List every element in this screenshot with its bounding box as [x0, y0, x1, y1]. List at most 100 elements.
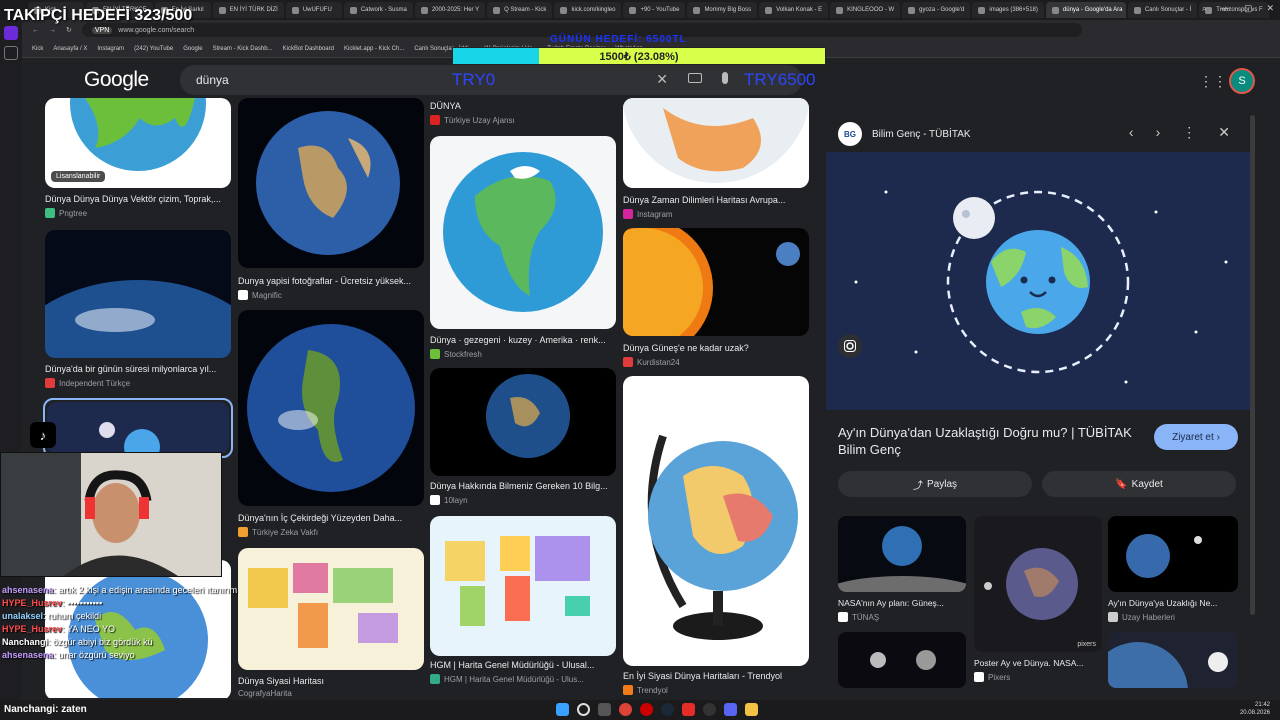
bookmark-item[interactable]: Kicklet.app - Kick Ch... — [344, 46, 404, 52]
related-image[interactable] — [838, 516, 966, 592]
result-card[interactable]: Lisanslanabilir Dünya Dünya Dünya Vektör… — [45, 98, 231, 223]
result-source[interactable]: Magnific — [238, 290, 282, 300]
more-options-icon[interactable]: ⋮ — [1182, 124, 1196, 141]
result-image[interactable] — [623, 98, 809, 188]
browser-tab[interactable]: gyoza - Google'd — [902, 2, 971, 18]
close-icon[interactable]: ✕ — [1218, 124, 1230, 141]
result-title[interactable]: Dünya · gezegeni · kuzey · Amerika · ren… — [430, 335, 616, 345]
result-image[interactable] — [238, 98, 424, 268]
browser-tab[interactable]: Catwork - Susma — [343, 2, 413, 18]
browser-tab[interactable]: dünya - Google'da Ara — [1045, 2, 1126, 18]
search-tabs-icon[interactable]: ⌕ — [1202, 3, 1207, 14]
result-image[interactable] — [430, 516, 616, 656]
result-card[interactable]: Dünya Güneş'e ne kadar uzak? Kurdistan24 — [623, 228, 809, 368]
result-card[interactable]: DÜNYA Türkiye Uzay Ajansı — [430, 98, 616, 128]
related-image-card[interactable]: pixers Poster Ay ve Dünya. NASA... Pixer… — [974, 516, 1102, 686]
bookmark-item[interactable]: Kick — [32, 46, 43, 52]
result-source[interactable]: HGM | Harita Genel Müdürlüğü - Ulus... — [430, 674, 584, 684]
reload-icon[interactable]: ↻ — [66, 26, 72, 34]
related-image[interactable]: pixers — [974, 516, 1102, 652]
bookmark-item[interactable]: Instagram — [97, 46, 124, 52]
browser-tab[interactable]: KINGLEOOO - W — [830, 2, 901, 18]
keyboard-icon[interactable] — [688, 73, 702, 83]
result-source[interactable]: Instagram — [623, 209, 673, 219]
panel-scrollbar[interactable] — [1250, 115, 1255, 615]
related-title[interactable]: NASA'nın Ay planı: Güneş... — [838, 598, 966, 608]
result-source[interactable]: CografyaHarita — [238, 689, 292, 698]
panel-source-name[interactable]: Bilim Genç - TÜBİTAK — [872, 129, 971, 140]
share-button[interactable]: ⤴ Paylaş — [838, 471, 1032, 497]
result-card[interactable]: Dünya Zaman Dilimleri Haritası Avrupa...… — [623, 98, 809, 219]
related-image-card[interactable] — [838, 632, 966, 700]
bookmark-item[interactable]: Anasayfa / X — [53, 46, 87, 52]
bookmark-item[interactable]: KickBot Dashboard — [283, 46, 334, 52]
result-image[interactable] — [623, 376, 809, 666]
browser-tab[interactable]: UwUFUFU — [285, 2, 342, 18]
forward-icon[interactable]: → — [49, 27, 56, 34]
result-title[interactable]: DÜNYA — [430, 101, 616, 111]
obs-icon[interactable] — [703, 703, 716, 716]
browser-tab[interactable]: 2000-2025: Her Y — [414, 2, 486, 18]
browser-tab[interactable]: Canlı Sonuçlar - İ — [1127, 2, 1198, 18]
result-card[interactable]: HGM | Harita Genel Müdürlüğü - Ulusal...… — [430, 516, 616, 691]
start-icon[interactable] — [556, 703, 569, 716]
related-image-card[interactable] — [1108, 632, 1238, 700]
result-source[interactable]: Stockfresh — [430, 349, 482, 359]
related-title[interactable]: Ay'ın Dünya'ya Uzaklığı Ne... — [1108, 598, 1238, 608]
back-icon[interactable]: ← — [32, 27, 39, 34]
browser-tab[interactable]: Volkan Konak - E — [759, 2, 829, 18]
related-image-card[interactable]: Ay'ın Dünya'ya Uzaklığı Ne... Uzay Haber… — [1108, 516, 1238, 626]
folder-icon[interactable] — [745, 703, 758, 716]
close-window-icon[interactable]: ✕ — [1266, 3, 1274, 14]
minimize-icon[interactable]: — — [1221, 3, 1230, 14]
result-source[interactable]: 10layn — [430, 495, 468, 505]
google-logo[interactable]: Google — [84, 68, 149, 92]
result-title[interactable]: Dunya yapisi fotoğraflar - Ücretsiz yüks… — [238, 276, 424, 286]
browser-tab[interactable]: kick.com/kingleo — [554, 2, 622, 18]
result-source[interactable]: Independent Türkçe — [45, 378, 130, 388]
result-title[interactable]: Dünya Zaman Dilimleri Haritası Avrupa... — [623, 195, 809, 205]
preview-image[interactable] — [826, 152, 1250, 410]
result-source[interactable]: Pngtree — [45, 208, 87, 218]
result-source[interactable]: Türkiye Zeka Vakfı — [238, 527, 318, 537]
steam-icon[interactable] — [661, 703, 674, 716]
result-title[interactable]: Dünya Siyasi Haritası — [238, 676, 424, 686]
related-image[interactable] — [1108, 632, 1238, 688]
site-info-icon[interactable]: VPN — [91, 26, 113, 34]
result-title[interactable]: HGM | Harita Genel Müdürlüğü - Ulusal... — [430, 660, 616, 670]
result-card[interactable]: En İyi Siyasi Dünya Haritaları - Trendyo… — [623, 376, 809, 696]
browser-tab[interactable]: images (386×518) — [972, 2, 1044, 18]
related-image[interactable] — [1108, 516, 1238, 592]
search-icon[interactable] — [577, 703, 590, 716]
home-icon[interactable] — [4, 26, 18, 40]
task-view-icon[interactable] — [598, 703, 611, 716]
related-source[interactable]: Pixers — [974, 672, 1010, 682]
previous-icon[interactable]: ‹ — [1129, 124, 1134, 141]
lens-search-icon[interactable] — [838, 334, 862, 358]
youtube-icon[interactable] — [682, 703, 695, 716]
preview-title[interactable]: Ay'ın Dünya'dan Uzaklaştığı Doğru mu? | … — [838, 424, 1138, 458]
browser-tab[interactable]: Q Stream - Kick — [487, 2, 553, 18]
chrome-icon[interactable] — [619, 703, 632, 716]
result-image[interactable] — [238, 310, 424, 506]
result-image[interactable] — [45, 230, 231, 358]
result-source[interactable]: Trendyol — [623, 685, 668, 695]
related-source[interactable]: TÜNAŞ — [838, 612, 879, 622]
result-source[interactable]: Türkiye Uzay Ajansı — [430, 115, 515, 125]
result-card[interactable]: Dünya Hakkında Bilmeniz Gereken 10 Bilg.… — [430, 368, 616, 508]
related-image-card[interactable]: NASA'nın Ay planı: Güneş... TÜNAŞ — [838, 516, 966, 626]
bookmark-item[interactable]: (242) YouTube — [134, 46, 173, 52]
result-card-selected[interactable] — [43, 398, 233, 458]
result-image[interactable] — [47, 402, 229, 454]
result-image[interactable]: Lisanslanabilir — [45, 98, 231, 188]
avatar[interactable]: S — [1229, 68, 1255, 94]
new-tab-icon[interactable] — [4, 46, 18, 60]
result-title[interactable]: Dünya'da bir günün süresi milyonlarca yı… — [45, 364, 231, 374]
bookmark-item[interactable]: Google — [183, 46, 202, 52]
discord-icon[interactable] — [724, 703, 737, 716]
result-card[interactable]: Dünya'nın İç Çekirdeği Yüzeyden Daha... … — [238, 310, 424, 540]
result-image[interactable] — [430, 136, 616, 329]
result-card[interactable]: Dünya · gezegeni · kuzey · Amerika · ren… — [430, 136, 616, 361]
result-title[interactable]: En İyi Siyasi Dünya Haritaları - Trendyo… — [623, 671, 809, 681]
result-title[interactable]: Dünya'nın İç Çekirdeği Yüzeyden Daha... — [238, 513, 424, 523]
